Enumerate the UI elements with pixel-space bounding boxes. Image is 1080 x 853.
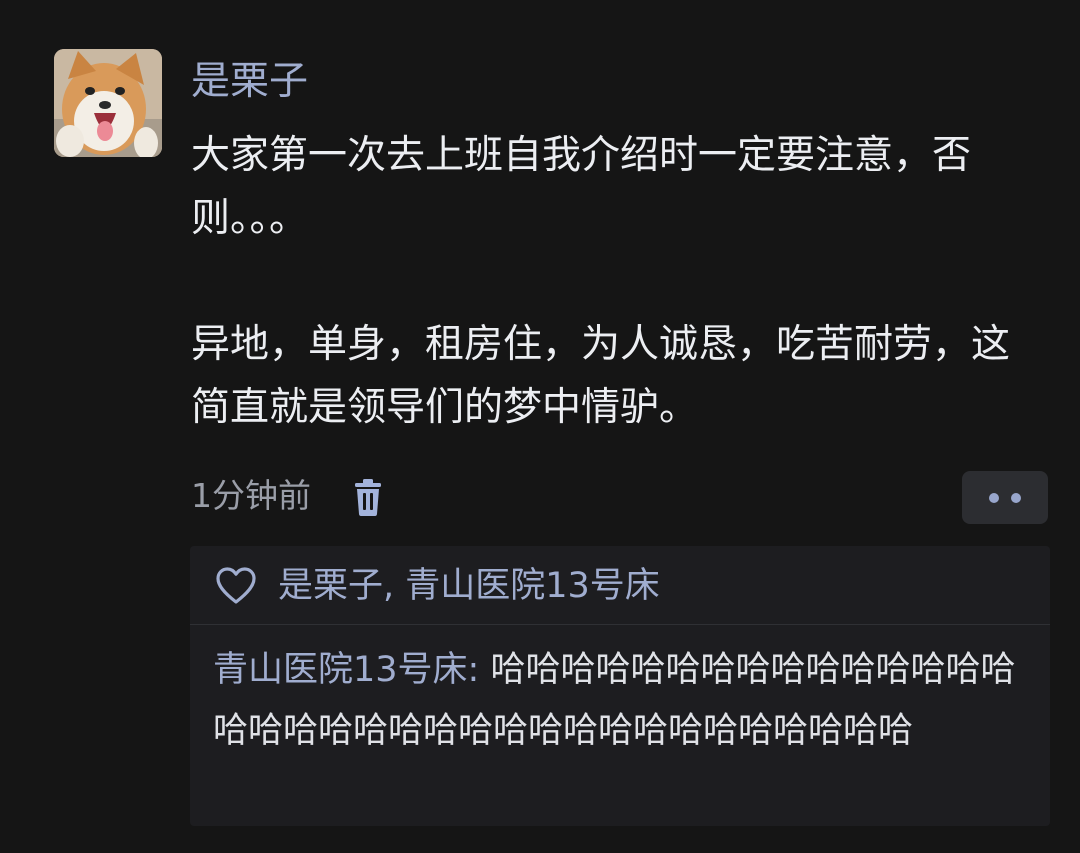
- divider: [190, 624, 1050, 625]
- reply-author[interactable]: 青山医院13号床:: [213, 650, 479, 690]
- post-author-name[interactable]: 是栗子: [191, 56, 308, 108]
- more-options-button[interactable]: [962, 471, 1048, 524]
- more-dots-icon: [989, 493, 999, 503]
- trash-icon: [355, 479, 381, 516]
- post-screen: 是栗子 大家第一次去上班自我介绍时一定要注意，否则。。。 异地，单身，租房住，为…: [0, 0, 1080, 853]
- shiba-dog-avatar-image: [54, 49, 162, 157]
- post-timestamp: 1分钟前: [191, 476, 311, 515]
- post-content: 大家第一次去上班自我介绍时一定要注意，否则。。。 异地，单身，租房住，为人诚恳，…: [191, 124, 1031, 439]
- avatar[interactable]: [54, 49, 162, 157]
- post-paragraph: 大家第一次去上班自我介绍时一定要注意，否则。。。: [191, 133, 972, 241]
- comment-reply[interactable]: 青山医院13号床: 哈哈哈哈哈哈哈哈哈哈哈哈哈哈哈哈哈哈哈哈哈哈哈哈哈哈哈哈哈哈…: [213, 640, 1043, 762]
- heart-icon[interactable]: [215, 566, 257, 606]
- delete-button[interactable]: [350, 477, 386, 517]
- likes-list[interactable]: 是栗子, 青山医院13号床: [278, 560, 660, 612]
- more-dots-icon: [1011, 493, 1021, 503]
- post-paragraph: 异地，单身，租房住，为人诚恳，吃苦耐劳，这简直就是领导们的梦中情驴。: [191, 322, 1011, 430]
- heart-outline-icon: [216, 567, 256, 604]
